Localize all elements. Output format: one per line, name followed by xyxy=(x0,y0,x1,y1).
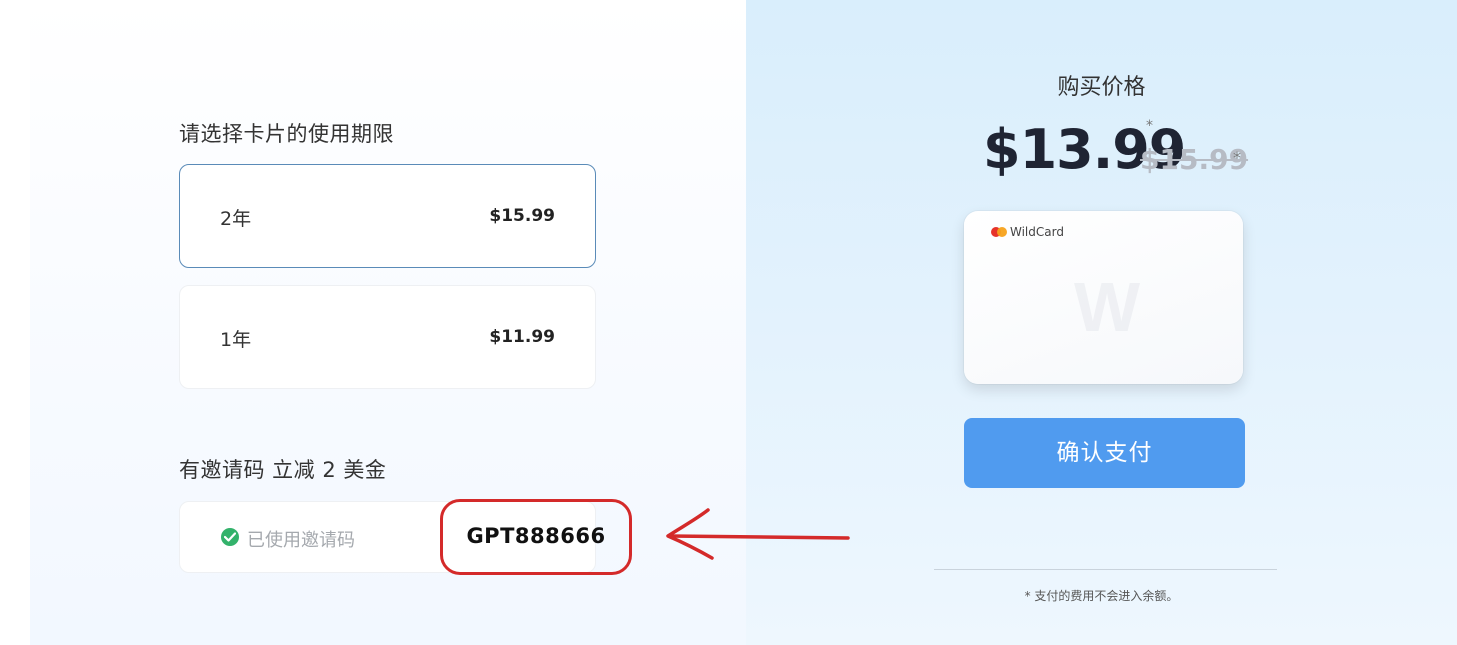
option-label: 1年 xyxy=(220,329,252,351)
price-asterisk: * xyxy=(1146,118,1153,134)
original-price-asterisk: * xyxy=(1233,148,1241,167)
option-label: 2年 xyxy=(220,208,252,230)
purchase-title: 购买价格 xyxy=(1057,75,1146,100)
card-watermark: W xyxy=(1074,268,1141,346)
option-2-years[interactable]: 2年 $15.99 xyxy=(179,164,596,268)
option-1-year[interactable]: 1年 $11.99 xyxy=(179,285,596,389)
duration-title: 请选择卡片的使用期限 xyxy=(179,122,394,146)
arrow-left-annotation-icon xyxy=(660,500,855,566)
invite-title: 有邀请码 立减 2 美金 xyxy=(179,458,387,482)
invite-code-highlight: GPT888666 xyxy=(440,499,632,575)
check-circle-icon xyxy=(221,528,239,546)
footnote: * 支付的费用不会进入余额。 xyxy=(1024,589,1179,603)
option-price: $15.99 xyxy=(489,206,555,226)
divider xyxy=(934,569,1277,570)
mastercard-icon xyxy=(991,227,1007,237)
invite-code-value: GPT888666 xyxy=(466,524,606,548)
card-brand-label: WildCard xyxy=(1010,225,1064,239)
card-preview: WildCard W xyxy=(964,211,1243,384)
option-price: $11.99 xyxy=(489,327,555,347)
invite-status-text: 已使用邀请码 xyxy=(247,530,355,551)
confirm-pay-button[interactable]: 确认支付 xyxy=(964,418,1245,488)
original-price: $15.99 xyxy=(1140,143,1249,176)
